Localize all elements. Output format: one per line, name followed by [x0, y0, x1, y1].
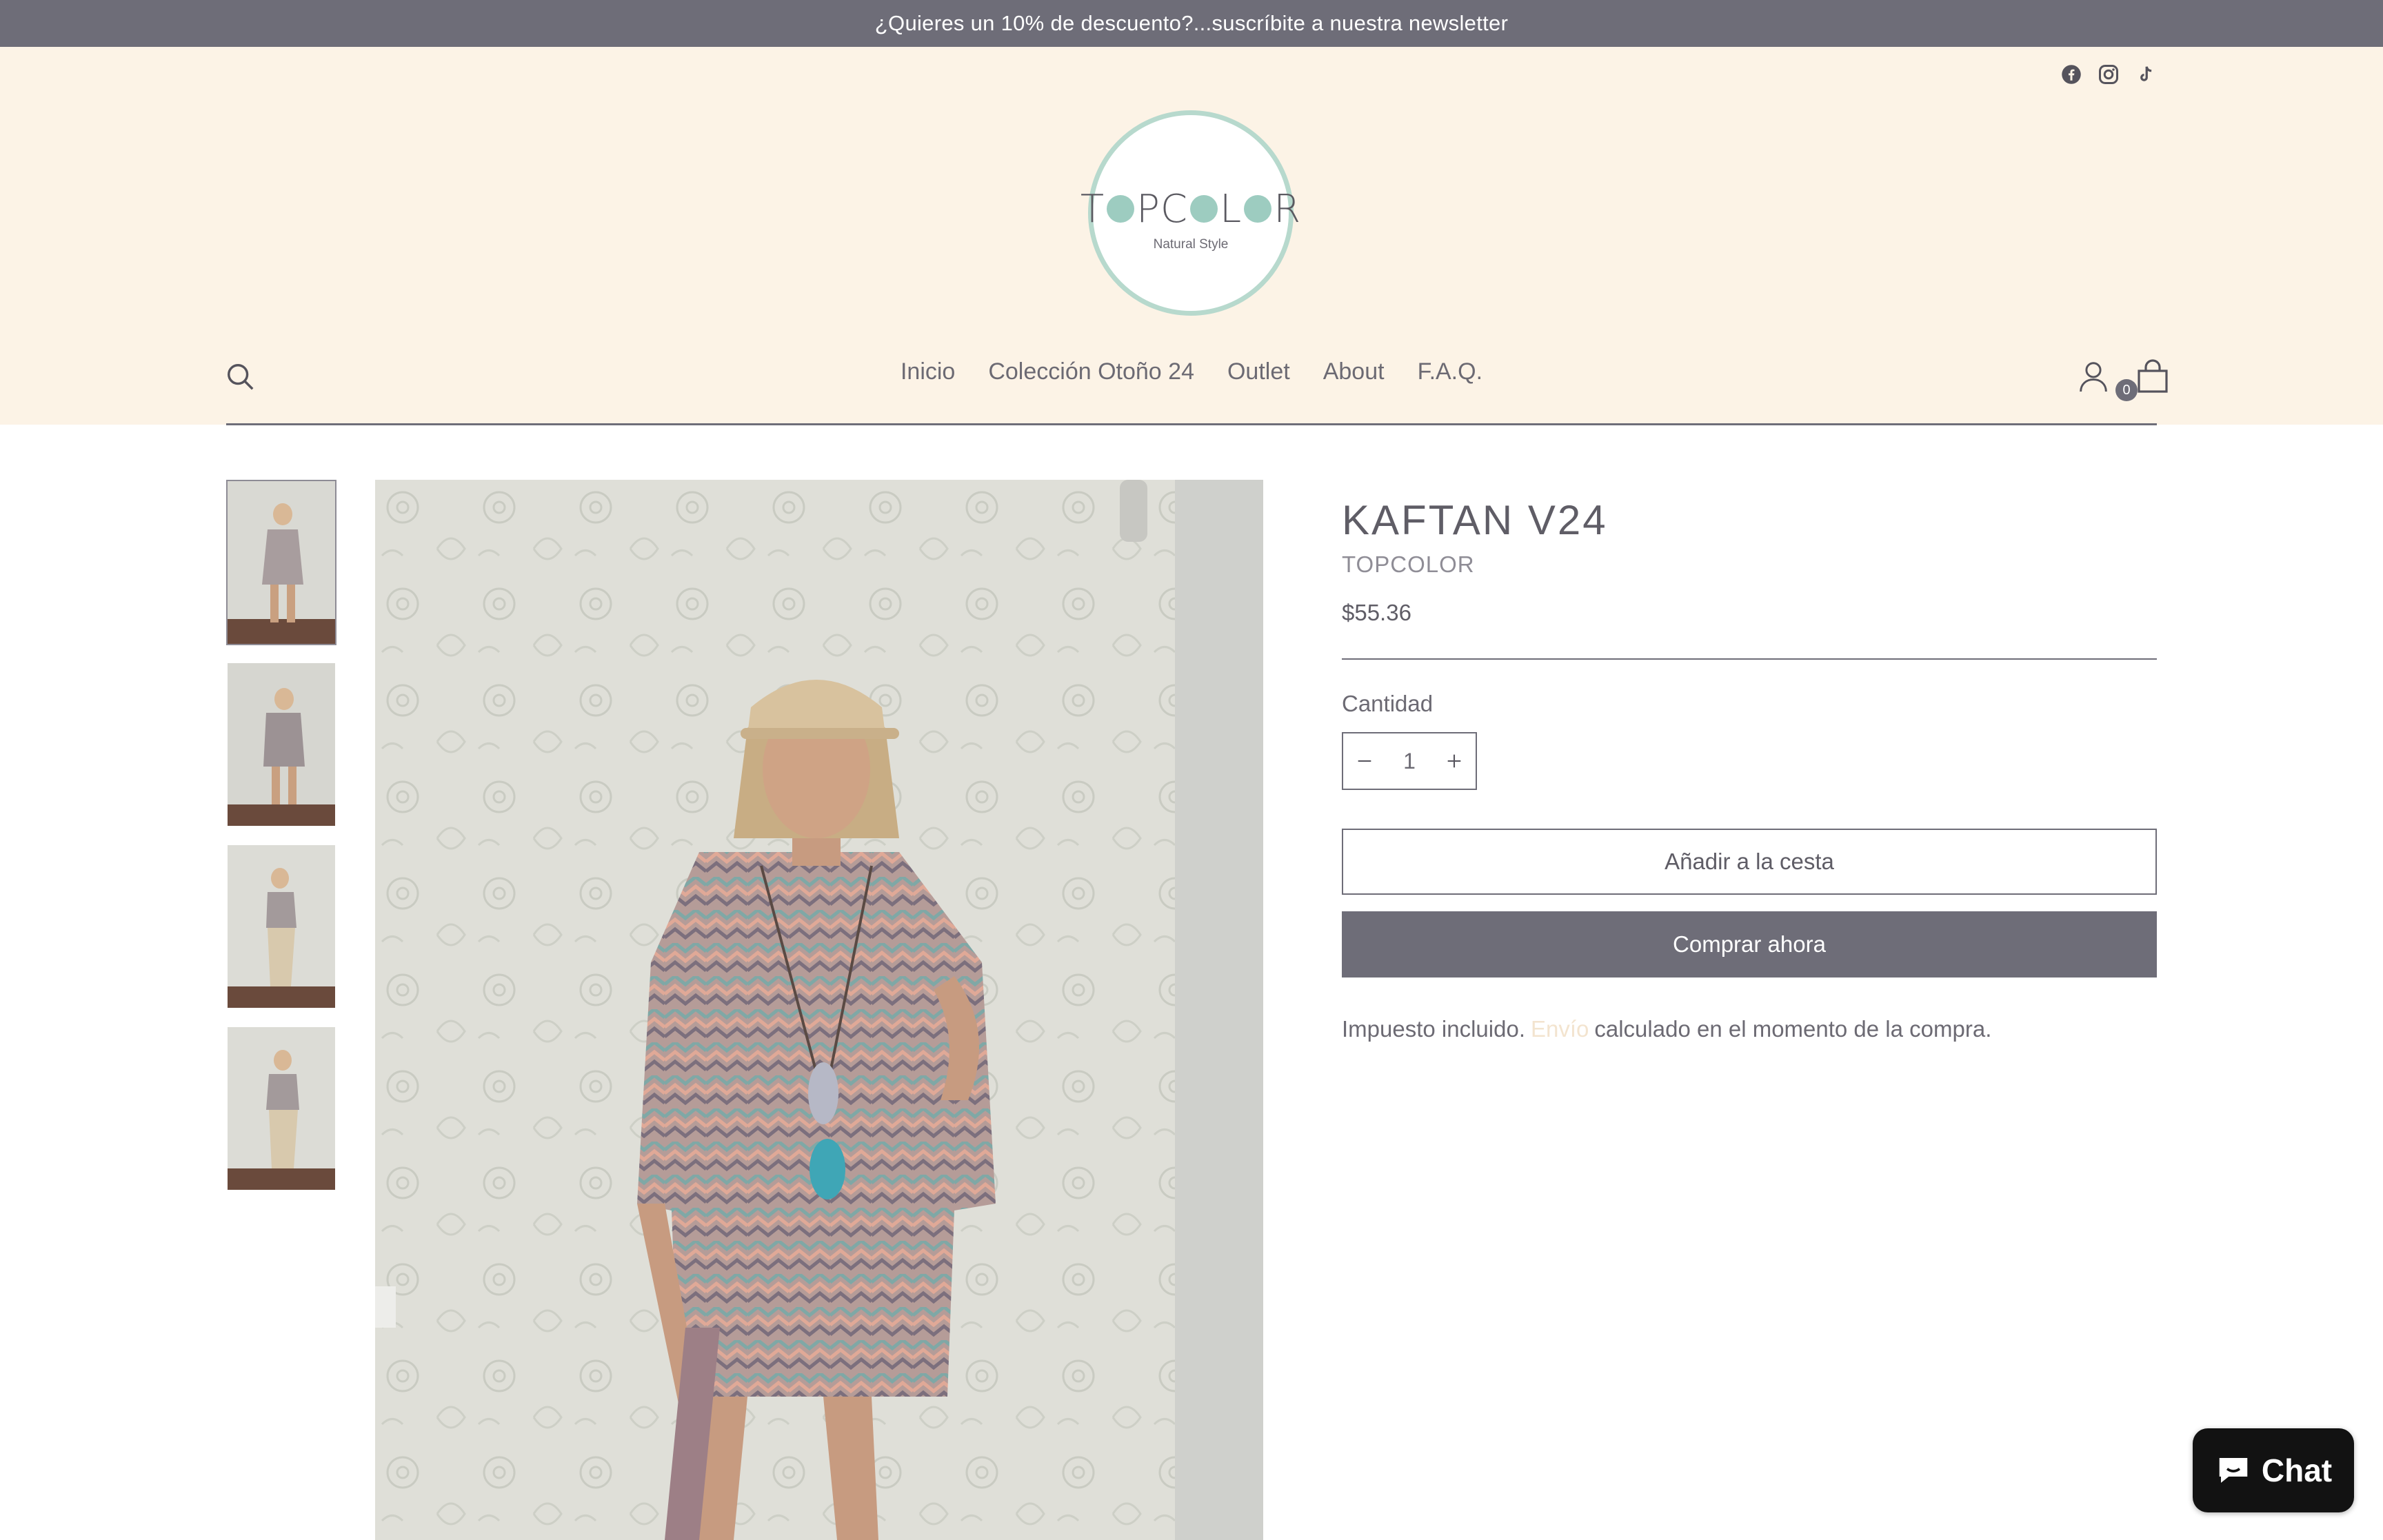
add-to-cart-button[interactable]: Añadir a la cesta [1342, 829, 2157, 895]
header-divider [226, 423, 2157, 425]
tax-note-text-end: calculado en el momento de la compra. [1594, 1016, 1992, 1042]
product-info-divider [1342, 658, 2157, 660]
product-title: KAFTAN V24 [1342, 497, 1608, 543]
logo-tagline: Natural Style [1153, 236, 1229, 252]
instagram-icon[interactable] [2098, 63, 2120, 85]
nav-item-outlet[interactable]: Outlet [1227, 358, 1290, 385]
store-logo[interactable]: T PC L R Natural Style [1080, 110, 1300, 316]
buy-now-button[interactable]: Comprar ahora [1342, 911, 2157, 977]
quantity-stepper: 1 [1342, 732, 1477, 790]
cart-count-badge: 0 [2115, 379, 2138, 401]
product-price: $55.36 [1342, 600, 1411, 625]
nav-item-about[interactable]: About [1323, 358, 1385, 385]
product-main-image[interactable] [375, 480, 1263, 1540]
nav-item-faq[interactable]: F.A.Q. [1418, 358, 1482, 385]
logo-wordmark: T PC L R [1080, 186, 1302, 232]
main-navigation: Inicio Colección Otoño 24 Outlet About F… [0, 358, 2383, 385]
product-thumbnail-2[interactable] [226, 662, 336, 827]
shipping-link[interactable]: Envío [1531, 1016, 1589, 1042]
facebook-icon[interactable] [2060, 63, 2082, 85]
nav-item-coleccion[interactable]: Colección Otoño 24 [988, 358, 1194, 385]
announcement-bar[interactable]: ¿Quieres un 10% de descuento?...suscríbi… [0, 0, 2383, 47]
quantity-value[interactable]: 1 [1403, 749, 1416, 774]
plus-icon[interactable] [1442, 749, 1466, 773]
minus-icon[interactable] [1353, 749, 1376, 773]
account-icon[interactable] [2078, 360, 2109, 393]
product-thumbnail-4[interactable] [226, 1026, 336, 1191]
product-thumbnail-3[interactable] [226, 844, 336, 1009]
tax-note: Impuesto incluido. Envío calculado en el m… [1342, 1016, 1991, 1042]
product-thumbnail-1[interactable] [226, 480, 336, 645]
tax-note-text: Impuesto incluido. [1342, 1016, 1525, 1042]
chat-label: Chat [2261, 1452, 2333, 1488]
product-vendor: TOPCOLOR [1342, 551, 1475, 577]
quantity-label: Cantidad [1342, 691, 1434, 716]
nav-item-inicio[interactable]: Inicio [901, 358, 955, 385]
tiktok-icon[interactable] [2135, 63, 2157, 85]
cart-bag-icon[interactable] [2135, 358, 2171, 394]
social-links [2060, 63, 2157, 85]
chat-bubble-icon [2219, 1458, 2248, 1483]
chat-button[interactable]: Chat [2193, 1428, 2354, 1512]
